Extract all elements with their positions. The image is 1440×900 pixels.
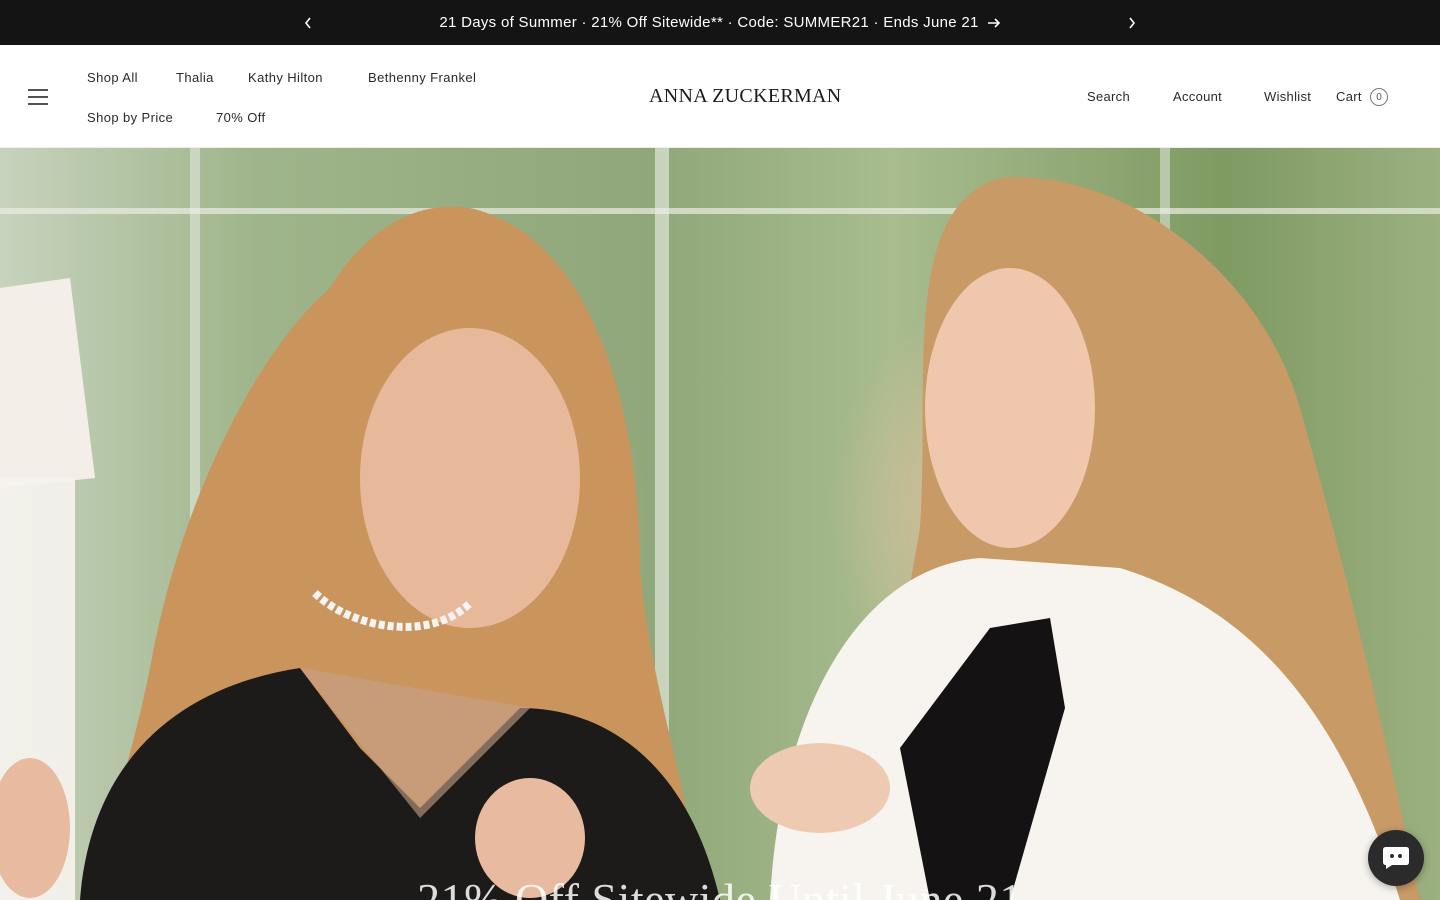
site-header: Shop All Thalia Kathy Hilton Bethenny Fr… <box>0 45 1440 148</box>
chat-button[interactable] <box>1368 830 1424 886</box>
nav-shop-all[interactable]: Shop All <box>87 70 138 85</box>
cart-count-badge[interactable]: 0 <box>1370 88 1388 106</box>
nav-70-off[interactable]: 70% Off <box>216 110 266 125</box>
announcement-text: 21 Days of Summer · 21% Off Sitewide** ·… <box>439 14 979 31</box>
hero-image <box>0 148 1440 900</box>
account-link[interactable]: Account <box>1173 89 1222 104</box>
hero-banner[interactable]: 21% Off Sitewide Until June 21 <box>0 148 1440 900</box>
menu-button[interactable] <box>24 85 52 109</box>
arrow-right-icon <box>987 17 1000 28</box>
announcement-next-button[interactable] <box>1117 0 1147 45</box>
announcement-message[interactable]: 21 Days of Summer · 21% Off Sitewide** ·… <box>439 14 1000 31</box>
chevron-right-icon <box>1129 17 1136 28</box>
nav-bethenny-frankel[interactable]: Bethenny Frankel <box>368 70 476 85</box>
hamburger-icon <box>28 89 48 105</box>
brand-logo[interactable]: ANNA ZUCKERMAN <box>649 85 842 108</box>
cart-link[interactable]: Cart <box>1336 89 1362 104</box>
announcement-prev-button[interactable] <box>293 0 323 45</box>
nav-thalia[interactable]: Thalia <box>176 70 214 85</box>
chevron-left-icon <box>304 17 311 28</box>
hero-title: 21% Off Sitewide Until June 21 <box>417 874 1023 900</box>
nav-shop-by-price[interactable]: Shop by Price <box>87 110 173 125</box>
announcement-bar: 21 Days of Summer · 21% Off Sitewide** ·… <box>0 0 1440 45</box>
nav-kathy-hilton[interactable]: Kathy Hilton <box>248 70 323 85</box>
chat-bubble-icon <box>1383 847 1409 869</box>
search-link[interactable]: Search <box>1087 89 1130 104</box>
wishlist-link[interactable]: Wishlist <box>1264 89 1311 104</box>
